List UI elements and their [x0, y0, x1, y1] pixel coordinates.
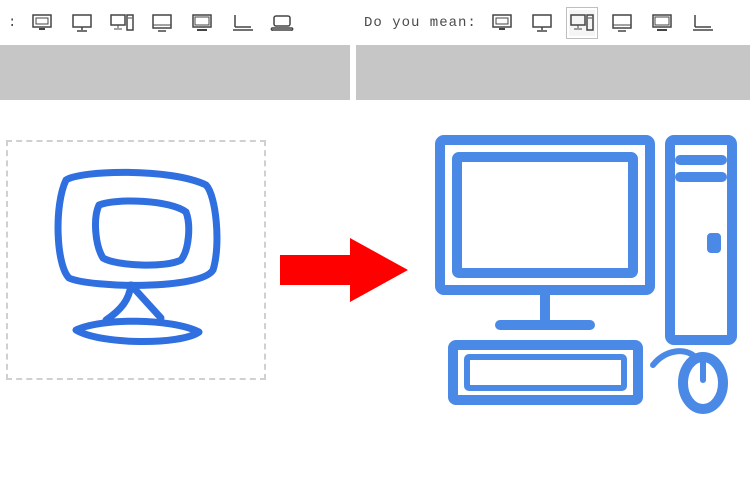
transform-arrow-icon [280, 230, 410, 310]
laptop-half-icon[interactable] [229, 10, 255, 36]
monitor-outline-icon[interactable] [609, 10, 635, 36]
monitor-flat-icon[interactable] [69, 10, 95, 36]
result-graphic [420, 120, 750, 430]
prompt-label-left: : [8, 15, 17, 31]
laptop-rounded-icon[interactable] [269, 10, 295, 36]
monitor-crt-icon[interactable] [29, 10, 55, 36]
panel-left-results: : [0, 0, 350, 100]
workspace [0, 100, 750, 500]
suggestion-toolbar-left: : [0, 0, 350, 45]
computer-desktop-icon [425, 125, 745, 425]
toolbar-gray-strip-right [356, 45, 750, 100]
monitor-classic-icon[interactable] [189, 10, 215, 36]
toolbar-gray-strip-left [0, 45, 350, 100]
monitor-flat-icon[interactable] [529, 10, 555, 36]
monitor-outline-icon[interactable] [149, 10, 175, 36]
suggestion-icon-row-left [29, 10, 295, 36]
monitor-crt-icon[interactable] [489, 10, 515, 36]
suggestion-icon-row-right [489, 10, 715, 36]
suggestion-toolbar-right: Do you mean: [356, 0, 750, 45]
monitor-classic-icon[interactable] [649, 10, 675, 36]
laptop-half-icon[interactable] [689, 10, 715, 36]
panel-right-results: Do you mean: [356, 0, 750, 100]
desktop-tower-icon[interactable] [109, 10, 135, 36]
user-sketch-monitor-icon [21, 150, 251, 370]
sketch-canvas[interactable] [6, 140, 266, 380]
prompt-label-right: Do you mean: [364, 15, 477, 31]
desktop-tower-icon[interactable] [569, 10, 595, 36]
